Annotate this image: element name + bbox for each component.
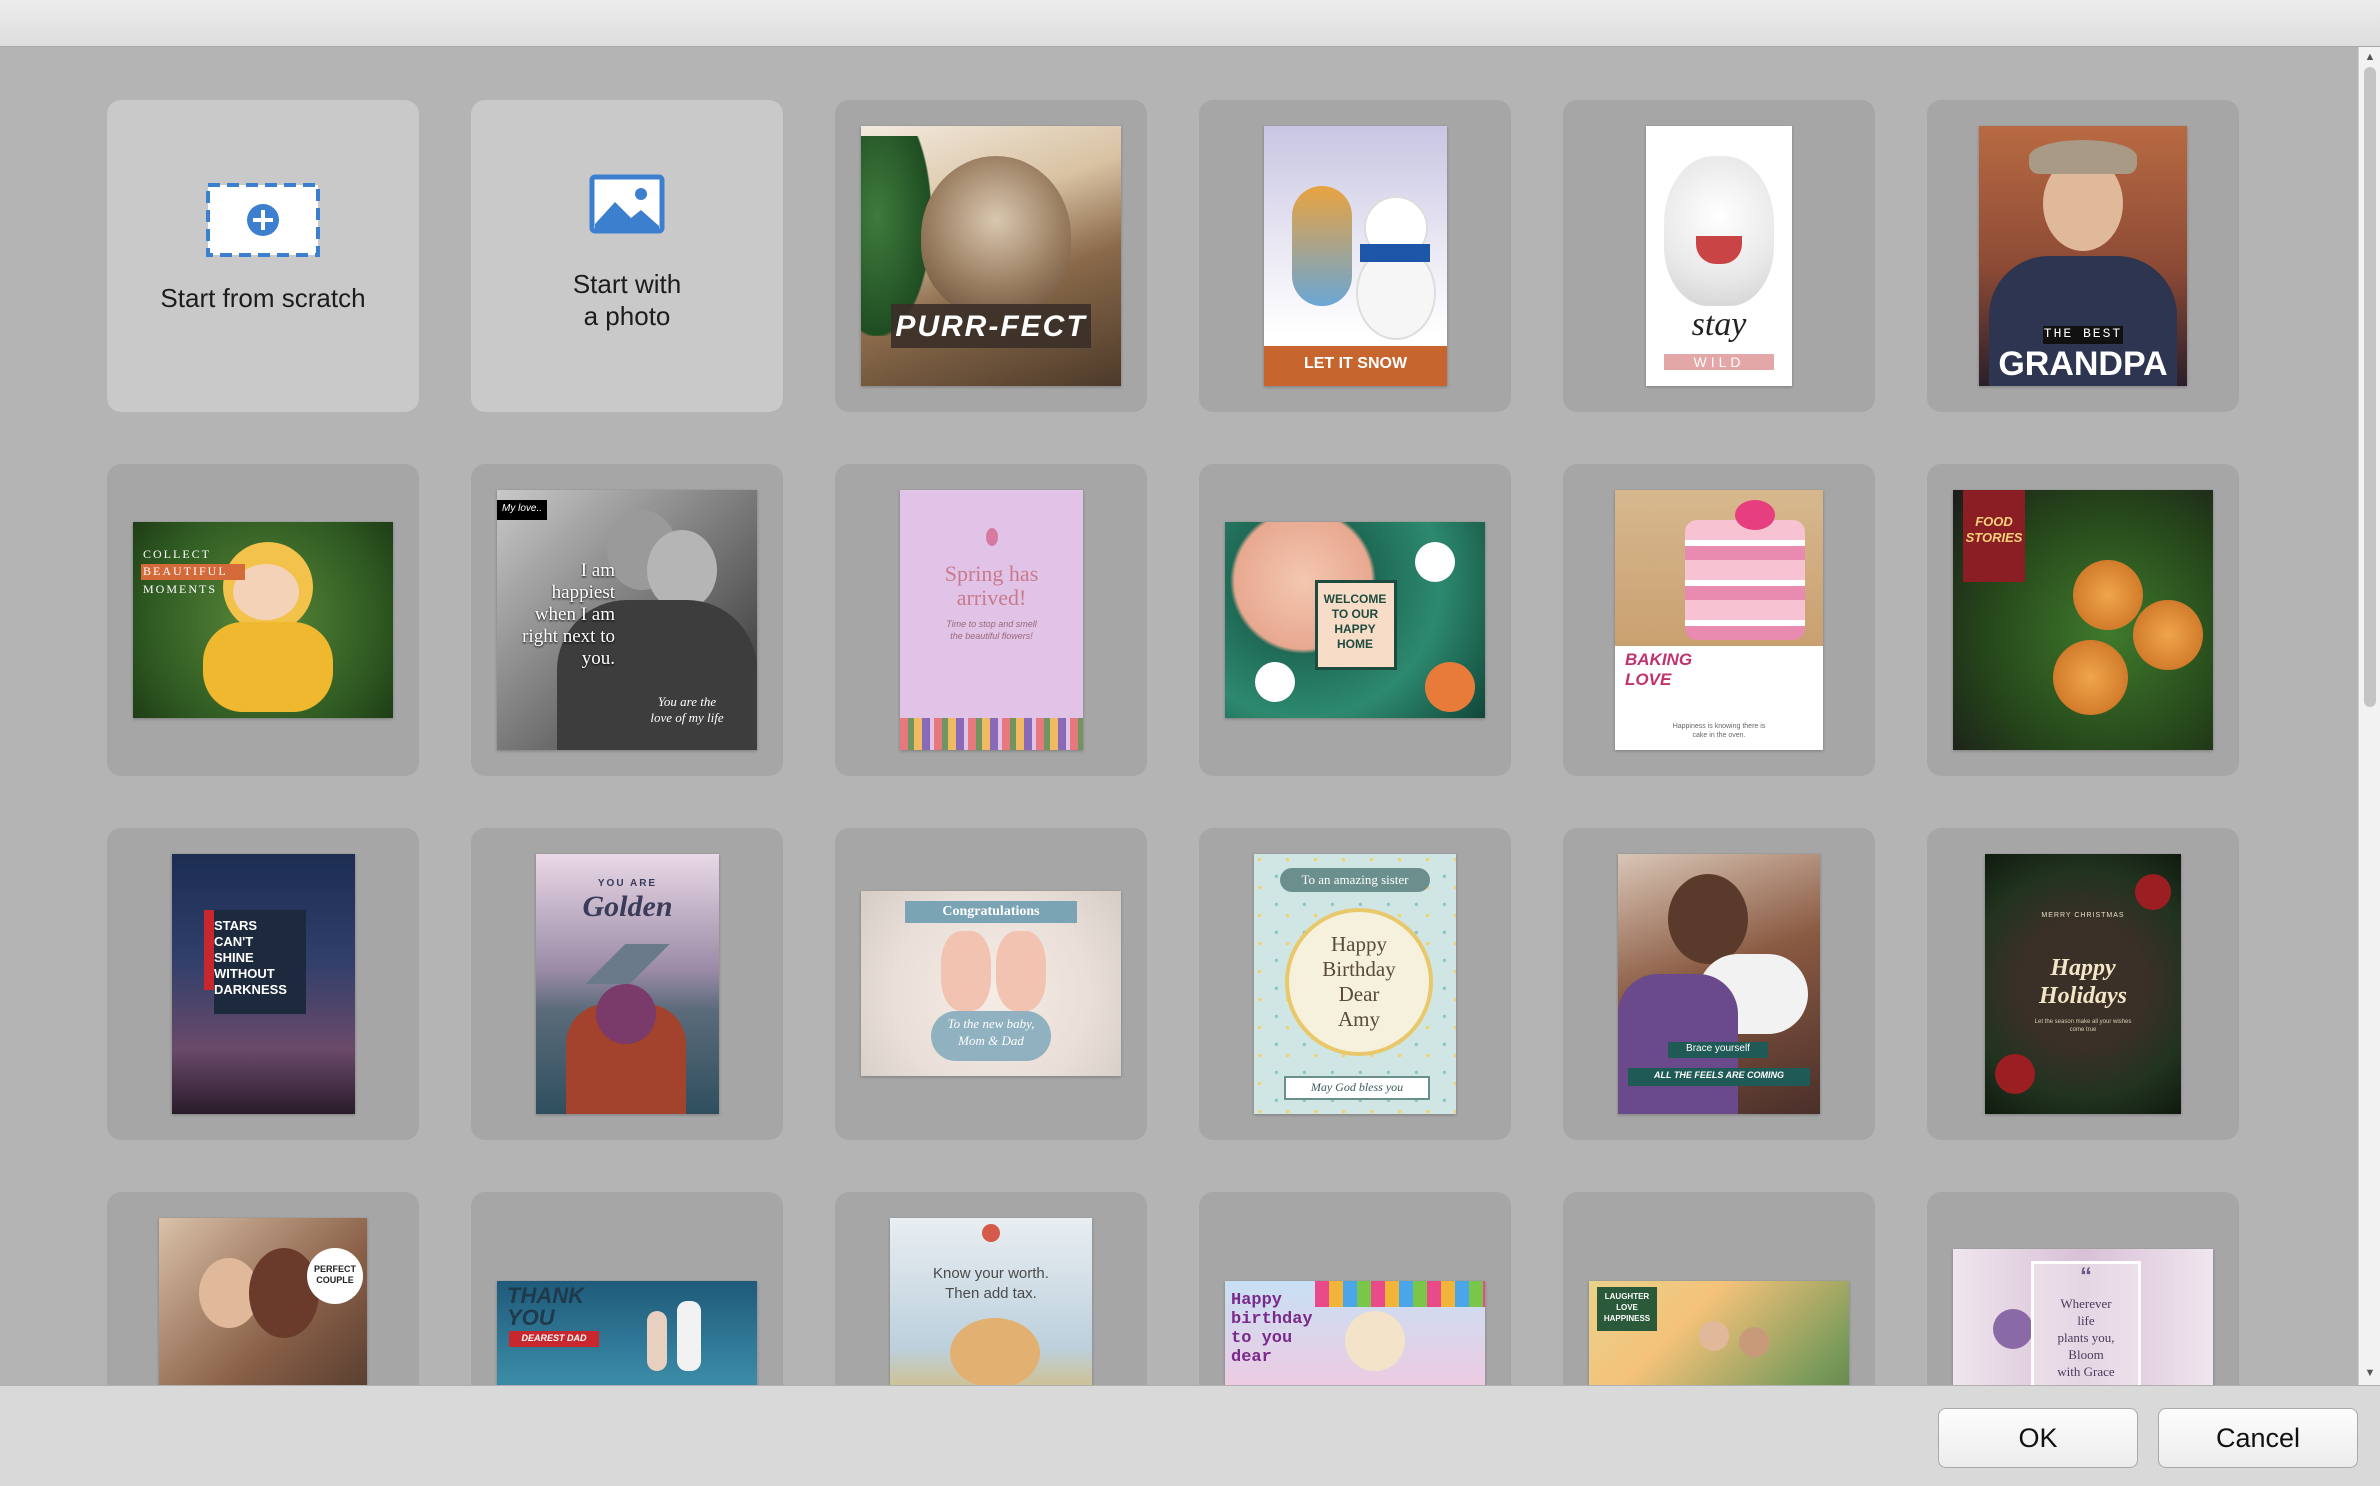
template-caption: THE BEST (2043, 326, 2123, 341)
template-caption: You are the love of my life (650, 694, 724, 725)
start-from-scratch-label: Start from scratch (160, 283, 366, 313)
template-card-my-love[interactable]: My love.. I am happiest when I am right … (471, 464, 783, 776)
template-thumbnail: “ Wherever life plants you, Bloom with G… (1953, 1249, 2213, 1385)
template-caption: COLLECT (143, 547, 211, 561)
template-caption: Happy Birthday Dear Amy (1322, 932, 1396, 1031)
template-caption: BAKING LOVE (1625, 650, 1693, 689)
template-caption: Spring has arrived! (944, 561, 1039, 610)
template-thumbnail: PERFECT COUPLE (159, 1218, 367, 1385)
template-card-all-the-feels[interactable]: Brace yourself ALL THE FEELS ARE COMING (1563, 828, 1875, 1140)
template-card-laughter-love[interactable]: LAUGHTER LOVE HAPPINESS (1563, 1192, 1875, 1385)
template-thumbnail: BAKING LOVE Happiness is knowing there i… (1615, 490, 1823, 750)
window-titlebar (0, 0, 2380, 47)
ok-button[interactable]: OK (1938, 1408, 2138, 1468)
template-gallery: Start from scratch Start with a photo PU… (0, 47, 2358, 1385)
template-card-happy-home[interactable]: WELCOME TO OUR HAPPY HOME (1199, 464, 1511, 776)
template-card-birthday-amy[interactable]: To an amazing sister Happy Birthday Dear… (1199, 828, 1511, 1140)
template-caption: Happiness is knowing there is cake in th… (1672, 723, 1766, 739)
template-card-happy-birthday-dear[interactable]: Happy birthday to you dear (1199, 1192, 1511, 1385)
template-card-stars[interactable]: STARS CAN'T SHINE WITHOUT DARKNESS (107, 828, 419, 1140)
vertical-scrollbar[interactable]: ▲ ▼ (2358, 47, 2380, 1385)
template-card-purr-fect[interactable]: PURR-FECT (835, 100, 1147, 412)
template-thumbnail: Happy birthday to you dear (1225, 1281, 1485, 1385)
template-caption: Let the season make all your wishes come… (2034, 1019, 2132, 1033)
template-caption: stay (1691, 306, 1747, 343)
template-thumbnail: LAUGHTER LOVE HAPPINESS (1589, 1281, 1849, 1385)
template-caption: BEAUTIFUL (143, 564, 228, 578)
template-thumbnail: PURR-FECT (861, 126, 1121, 386)
template-card-wherever-life[interactable]: “ Wherever life plants you, Bloom with G… (1927, 1192, 2239, 1385)
template-caption: YOU ARE (597, 878, 658, 889)
template-caption: To the new baby, Mom & Dad (947, 1016, 1035, 1048)
template-thumbnail: LET IT SNOW (1264, 126, 1447, 386)
template-card-let-it-snow[interactable]: LET IT SNOW (1199, 100, 1511, 412)
scroll-up-arrow-icon[interactable]: ▲ (2363, 51, 2377, 63)
template-caption: ALL THE FEELS ARE COMING (1653, 1070, 1784, 1080)
template-caption: PERFECT COUPLE (313, 1264, 356, 1285)
template-caption: Golden (582, 890, 673, 923)
template-thumbnail: WELCOME TO OUR HAPPY HOME (1225, 522, 1485, 718)
template-caption: FOOD STORIES (1965, 514, 2023, 545)
template-card-baking-love[interactable]: BAKING LOVE Happiness is knowing there i… (1563, 464, 1875, 776)
template-caption: GRANDPA (1998, 345, 2168, 383)
template-card-best-grandpa[interactable]: THE BEST GRANDPA (1927, 100, 2239, 412)
template-thumbnail: FOOD STORIES (1953, 490, 2213, 750)
template-caption: DEAREST DAD (521, 1333, 587, 1343)
template-caption: MOMENTS (143, 582, 218, 596)
template-card-perfect-couple[interactable]: PERFECT COUPLE (107, 1192, 419, 1385)
scrollbar-thumb[interactable] (2364, 67, 2376, 707)
template-caption: Congratulations (942, 904, 1040, 919)
template-card-food-stories[interactable]: FOOD STORIES (1927, 464, 2239, 776)
template-caption: Know your worth. Then add tax. (933, 1265, 1049, 1302)
template-thumbnail: Know your worth. Then add tax. (890, 1218, 1092, 1385)
template-thumbnail: Brace yourself ALL THE FEELS ARE COMING (1618, 854, 1820, 1114)
template-thumbnail: stay WILD (1646, 126, 1792, 386)
template-card-happy-holidays[interactable]: MERRY CHRISTMAS Happy Holidays Let the s… (1927, 828, 2239, 1140)
start-with-photo-label: Start with a photo (572, 269, 682, 331)
template-caption: WILD (1693, 354, 1745, 370)
template-thumbnail: YOU ARE Golden (536, 854, 719, 1114)
template-caption: WELCOME TO OUR HAPPY HOME (1323, 592, 1387, 651)
template-card-golden[interactable]: YOU ARE Golden (471, 828, 783, 1140)
template-caption: Time to stop and smell the beautiful flo… (946, 619, 1037, 641)
template-caption: Brace yourself (1686, 1043, 1750, 1054)
template-caption: LET IT SNOW (1303, 355, 1408, 372)
start-with-photo-card[interactable]: Start with a photo (471, 100, 783, 412)
template-caption: May God bless you (1310, 1080, 1404, 1094)
template-caption: THANK YOU (507, 1283, 584, 1330)
template-caption: To an amazing sister (1301, 872, 1409, 887)
dialog-button-bar: OK Cancel (0, 1385, 2380, 1486)
template-thumbnail: Congratulations To the new baby, Mom & D… (861, 891, 1121, 1076)
template-thumbnail: MERRY CHRISTMAS Happy Holidays Let the s… (1985, 854, 2181, 1114)
template-caption: Wherever life plants you, Bloom with Gra… (2057, 1296, 2115, 1379)
template-card-spring-arrived[interactable]: Spring has arrived! Time to stop and sme… (835, 464, 1147, 776)
template-caption: My love.. (501, 503, 542, 514)
template-card-know-your-worth[interactable]: Know your worth. Then add tax. (835, 1192, 1147, 1385)
template-caption: PURR-FECT (895, 310, 1087, 343)
template-thumbnail: COLLECT BEAUTIFUL MOMENTS (133, 522, 393, 718)
template-thumbnail: THE BEST GRANDPA (1979, 126, 2187, 386)
template-caption: STARS CAN'T SHINE WITHOUT DARKNESS (214, 918, 287, 997)
template-card-stay-wild[interactable]: stay WILD (1563, 100, 1875, 412)
photo-icon (589, 174, 665, 234)
cancel-button[interactable]: Cancel (2158, 1408, 2358, 1468)
template-caption: Happy Holidays (2039, 955, 2127, 1009)
template-caption: “ (2080, 1263, 2092, 1290)
add-blank-icon (206, 183, 320, 257)
template-caption: MERRY CHRISTMAS (2041, 912, 2125, 919)
template-thumbnail: THANK YOU DEAREST DAD (497, 1281, 757, 1385)
start-from-scratch-card[interactable]: Start from scratch (107, 100, 419, 412)
template-caption: Happy birthday to you dear (1231, 1291, 1313, 1367)
template-card-thank-you-dad[interactable]: THANK YOU DEAREST DAD (471, 1192, 783, 1385)
template-caption: LAUGHTER LOVE HAPPINESS (1603, 1292, 1651, 1323)
template-thumbnail: To an amazing sister Happy Birthday Dear… (1254, 854, 1456, 1114)
template-card-congratulations[interactable]: Congratulations To the new baby, Mom & D… (835, 828, 1147, 1140)
template-thumbnail: Spring has arrived! Time to stop and sme… (900, 490, 1083, 750)
template-caption: I am happiest when I am right next to yo… (522, 560, 615, 669)
scroll-down-arrow-icon[interactable]: ▼ (2363, 1367, 2377, 1379)
template-thumbnail: My love.. I am happiest when I am right … (497, 490, 757, 750)
template-card-collect-moments[interactable]: COLLECT BEAUTIFUL MOMENTS (107, 464, 419, 776)
template-thumbnail: STARS CAN'T SHINE WITHOUT DARKNESS (172, 854, 355, 1114)
